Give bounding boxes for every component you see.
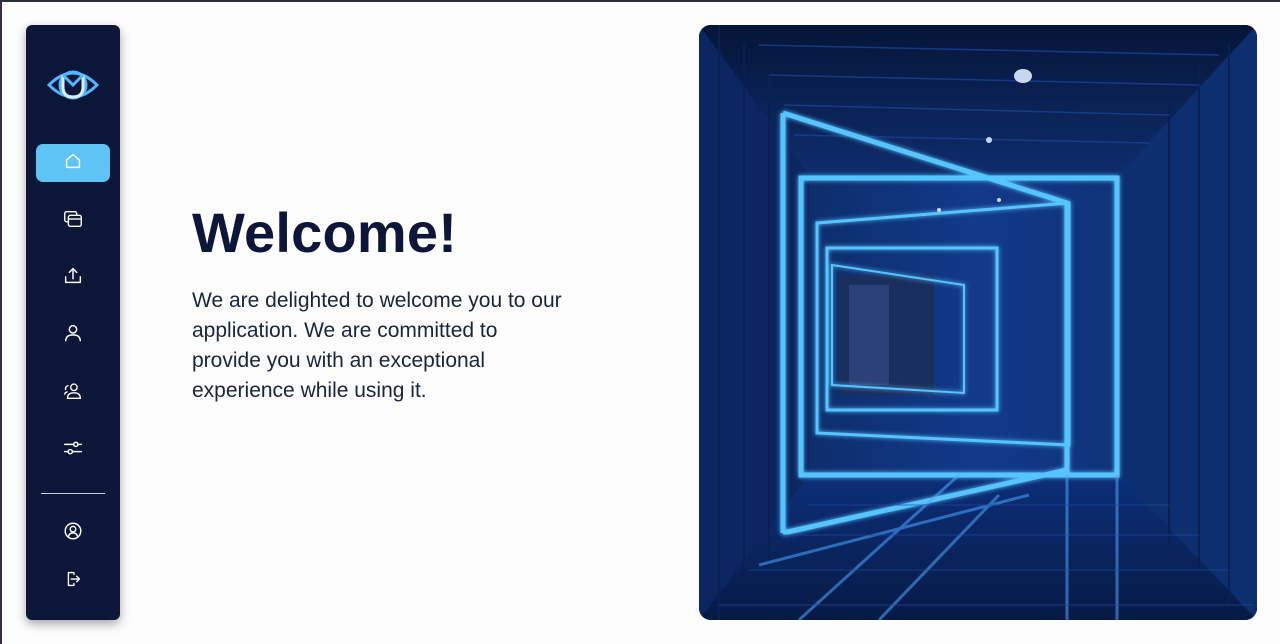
window-top-border — [0, 0, 1280, 2]
users-icon — [62, 380, 84, 407]
sliders-icon — [62, 437, 84, 464]
nav-users-button[interactable] — [36, 374, 110, 412]
nav-profile-button[interactable] — [36, 316, 110, 354]
eye-logo-icon[interactable] — [46, 65, 100, 105]
cards-icon — [62, 208, 84, 235]
window-left-border — [0, 0, 2, 644]
page-title: Welcome! — [192, 201, 458, 264]
home-icon — [62, 150, 84, 177]
user-icon — [62, 322, 84, 349]
neon-corridor-image — [699, 25, 1257, 620]
nav-upload-button[interactable] — [36, 259, 110, 297]
nav-logout-button[interactable] — [36, 562, 110, 600]
logout-icon — [62, 568, 84, 595]
nav-gallery-button[interactable] — [36, 202, 110, 240]
welcome-description: We are delighted to welcome you to our a… — [192, 289, 562, 402]
nav-settings-button[interactable] — [36, 431, 110, 469]
user-circle-icon — [62, 520, 84, 547]
sidebar — [26, 25, 120, 620]
nav-home-button[interactable] — [36, 144, 110, 182]
upload-icon — [62, 265, 84, 292]
welcome-section: Welcome! We are delighted to welcome you… — [192, 200, 572, 406]
nav-account-button[interactable] — [36, 514, 110, 552]
sidebar-divider — [41, 493, 105, 494]
